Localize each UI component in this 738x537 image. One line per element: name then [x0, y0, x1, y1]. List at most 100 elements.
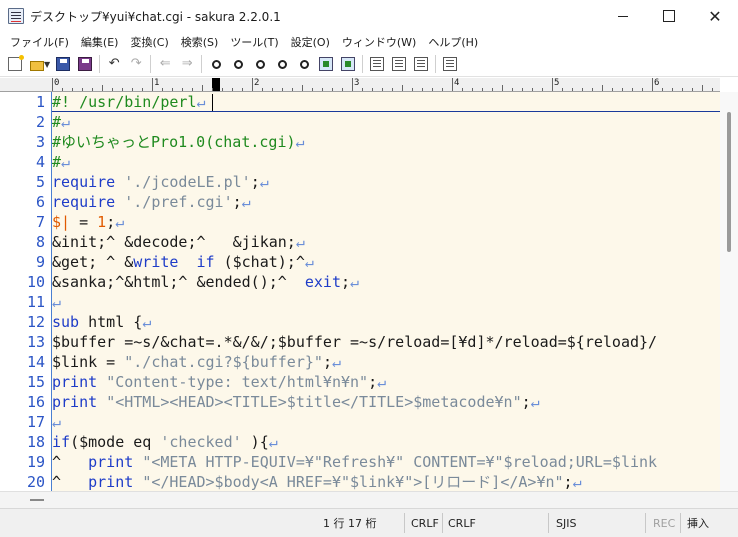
- code-line[interactable]: #ゆいちゃっとPro1.0(chat.cgi)↵: [52, 132, 305, 152]
- jump-button[interactable]: [337, 53, 359, 75]
- minimize-button[interactable]: [600, 0, 646, 32]
- text-editing-area[interactable]: #! /usr/bin/perl↵ #↵ #ゆいちゃっとPro1.0(chat.cg…: [52, 92, 720, 491]
- code-line[interactable]: #! /usr/bin/perl↵: [52, 92, 206, 112]
- title-bar: デスクトップ¥yui¥chat.cgi - sakura 2.2.0.1 ✕: [0, 0, 738, 32]
- clear-highlight-button[interactable]: [293, 53, 315, 75]
- line-number[interactable]: 13: [5, 332, 45, 352]
- open-file-button[interactable]: [26, 53, 48, 75]
- code-token: "<META HTTP-EQUIV=¥"Refresh¥" CONTENT=¥"…: [142, 453, 658, 471]
- line-number[interactable]: 1: [5, 92, 45, 112]
- menu-convert[interactable]: 変換(C): [124, 34, 174, 50]
- line-number[interactable]: 14: [5, 352, 45, 372]
- code-line[interactable]: ^ print "</HEAD>$body<A HREF=¥"$link¥">[…: [52, 472, 582, 491]
- line-number[interactable]: 10: [5, 272, 45, 292]
- settings-button[interactable]: [439, 53, 461, 75]
- menu-help[interactable]: ヘルプ(H): [422, 34, 484, 50]
- replace-button[interactable]: [271, 53, 293, 75]
- line-number[interactable]: 4: [5, 152, 45, 172]
- toolbar-separator: [362, 55, 364, 73]
- bookmark-button[interactable]: [315, 53, 337, 75]
- maximize-button[interactable]: [646, 0, 692, 32]
- code-line[interactable]: &get; ^ &write if ($chat);^↵: [52, 252, 314, 272]
- menu-window[interactable]: ウィンドウ(W): [336, 34, 422, 50]
- code-line[interactable]: require './pref.cgi';↵: [52, 192, 251, 212]
- undo-button[interactable]: ↶: [103, 53, 125, 75]
- code-line[interactable]: ↵: [52, 412, 61, 432]
- code-line[interactable]: print "Content-type: text/html¥n¥n";↵: [52, 372, 386, 392]
- save-button[interactable]: [52, 53, 74, 75]
- find-button[interactable]: [205, 53, 227, 75]
- newline-mark: ↵: [268, 433, 278, 451]
- menu-tools[interactable]: ツール(T): [224, 34, 284, 50]
- sakura-editor-app-icon[interactable]: [8, 8, 24, 24]
- line-number[interactable]: 2: [5, 112, 45, 132]
- ruler-tick: [372, 88, 373, 91]
- line-number[interactable]: 5: [5, 172, 45, 192]
- code-line[interactable]: $buffer =~s/&chat=.*&/&/;$buffer =~s/rel…: [52, 332, 657, 352]
- grep-button[interactable]: [366, 53, 388, 75]
- code-token: print: [52, 373, 98, 391]
- line-number[interactable]: 6: [5, 192, 45, 212]
- line-number[interactable]: 17: [5, 412, 45, 432]
- line-number[interactable]: 15: [5, 372, 45, 392]
- character-encoding[interactable]: SJIS: [556, 514, 576, 533]
- line-number[interactable]: 18: [5, 432, 45, 452]
- find-next-button[interactable]: [227, 53, 249, 75]
- code-line[interactable]: &init;^ &decode;^ &jikan;↵: [52, 232, 305, 252]
- move-back-button[interactable]: ⇐: [154, 53, 176, 75]
- horizontal-scrollbar[interactable]: [0, 491, 738, 508]
- column-ruler[interactable]: 0 1 2 3 4 5 6: [52, 78, 720, 92]
- horizontal-scroll-thumb[interactable]: [30, 499, 44, 501]
- code-line[interactable]: #↵: [52, 152, 70, 172]
- ruler-tick: [592, 88, 593, 91]
- vertical-scrollbar[interactable]: [720, 92, 738, 491]
- menu-search[interactable]: 検索(S): [175, 34, 225, 50]
- code-token: #: [52, 113, 62, 131]
- window-title: デスクトップ¥yui¥chat.cgi - sakura 2.2.0.1: [30, 9, 281, 24]
- line-number[interactable]: 7: [5, 212, 45, 232]
- code-line[interactable]: print "<HTML><HEAD><TITLE>$title</TITLE>…: [52, 392, 540, 412]
- line-number[interactable]: 11: [5, 292, 45, 312]
- code-line[interactable]: $link = "./chat.cgi?${buffer}";↵: [52, 352, 341, 372]
- line-number[interactable]: 19: [5, 452, 45, 472]
- menu-file[interactable]: ファイル(F): [4, 34, 75, 50]
- menu-edit[interactable]: 編集(E): [75, 34, 125, 50]
- save-as-button[interactable]: [74, 53, 96, 75]
- insert-mode-status[interactable]: 挿入: [687, 514, 709, 533]
- ruler-tick: [222, 88, 223, 91]
- line-number[interactable]: 9: [5, 252, 45, 272]
- line-number[interactable]: 16: [5, 392, 45, 412]
- code-line[interactable]: #↵: [52, 112, 70, 132]
- code-token: ($chat);^: [214, 253, 305, 271]
- code-line[interactable]: &sanka;^&html;^ &ended();^ exit;↵: [52, 272, 359, 292]
- find-prev-button[interactable]: [249, 53, 271, 75]
- ruler-tick: [212, 88, 213, 91]
- vertical-scroll-thumb[interactable]: [727, 112, 731, 252]
- line-number[interactable]: 12: [5, 312, 45, 332]
- line-number[interactable]: 3: [5, 132, 45, 152]
- code-line[interactable]: require './jcodeLE.pl';↵: [52, 172, 269, 192]
- move-forward-button[interactable]: ⇒: [176, 53, 198, 75]
- code-line[interactable]: if($mode eq 'checked' ){↵: [52, 432, 278, 452]
- code-line[interactable]: ^ print "<META HTTP-EQUIV=¥"Refresh¥" CO…: [52, 452, 657, 472]
- ruler-caret-marker: [212, 78, 220, 91]
- redo-button[interactable]: ↷: [125, 53, 147, 75]
- close-button[interactable]: ✕: [692, 0, 738, 32]
- line-number[interactable]: 8: [5, 232, 45, 252]
- menu-settings[interactable]: 設定(O): [285, 34, 336, 50]
- line-number-gutter[interactable]: 1 2 3 4 5 6 7 8 9 10 11 12 13 14 15 16 17 18 19 20: [0, 92, 52, 491]
- line-number[interactable]: 20: [5, 472, 45, 492]
- status-separator: [404, 513, 405, 533]
- newline-code-input[interactable]: CRLF: [448, 514, 476, 533]
- newline-mark: ↵: [377, 373, 387, 391]
- code-token: "Content-type: text/html¥n¥n": [106, 373, 369, 391]
- ruler-tick: [402, 85, 403, 91]
- ruler-tick: [482, 88, 483, 91]
- code-line[interactable]: ↵: [52, 292, 61, 312]
- ruler-tick: [242, 88, 243, 91]
- compare-button[interactable]: [388, 53, 410, 75]
- new-file-button[interactable]: [4, 53, 26, 75]
- outline-button[interactable]: [410, 53, 432, 75]
- code-line[interactable]: $| = 1;↵: [52, 212, 124, 232]
- code-line[interactable]: sub html {↵: [52, 312, 151, 332]
